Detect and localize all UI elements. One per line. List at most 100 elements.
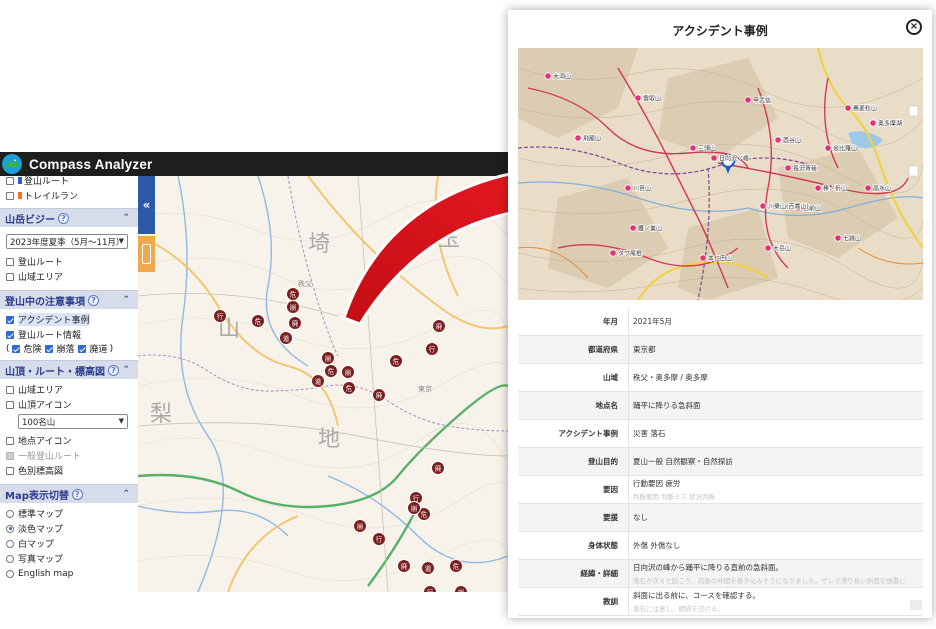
accident-location-map[interactable]: 大洞山雲取山三頭山甲武信鷹ノ巣山川苔山日向沢ノ峰大岳山御前山蕎麦粒山棒ノ折山 高水…: [518, 48, 923, 300]
section-caution[interactable]: 登山中の注意事項 ? ⌃: [0, 290, 138, 309]
help-icon[interactable]: ?: [58, 212, 69, 224]
summit-pin-icon[interactable]: [744, 96, 752, 104]
summit-pin-icon[interactable]: [869, 119, 877, 127]
collapse-sidebar-button[interactable]: «: [138, 176, 155, 234]
section-title: 山岳ビジー: [5, 214, 55, 226]
map-option-label: 標準マップ: [18, 510, 64, 520]
checkbox[interactable]: [6, 257, 14, 266]
checkbox[interactable]: [6, 466, 14, 475]
help-icon[interactable]: ?: [71, 488, 83, 500]
accident-marker-glyph: 崩: [411, 504, 418, 513]
sidebar-item-label: トレイルラン: [24, 192, 79, 202]
chevron-up-icon[interactable]: ⌃: [122, 295, 130, 305]
summit-label: 七跳山: [843, 235, 861, 243]
mountain-list-select[interactable]: 100名山 ▼: [18, 414, 128, 429]
help-icon[interactable]: ?: [108, 364, 119, 376]
map-option-photo[interactable]: 写真マップ: [6, 552, 63, 565]
checkbox-collapse[interactable]: [44, 344, 53, 353]
chevron-up-icon[interactable]: ⌃: [122, 365, 130, 375]
chevron-up-icon[interactable]: ⌃: [122, 213, 130, 223]
checkbox[interactable]: [6, 436, 14, 445]
help-icon[interactable]: ?: [88, 294, 99, 306]
section-summit-route-elevation[interactable]: 山頂・ルート・標高図 ? ⌃: [0, 360, 138, 379]
checkbox[interactable]: [6, 400, 14, 409]
checkbox[interactable]: [6, 176, 14, 185]
radio-button[interactable]: [6, 509, 14, 518]
summit-pin-icon[interactable]: [824, 144, 832, 152]
radio-button[interactable]: [6, 554, 14, 563]
sidebar-item-busy-route[interactable]: 登山ルート: [6, 255, 63, 268]
summit-pin-icon[interactable]: [834, 234, 842, 242]
sidebar-item-point-icon[interactable]: 地点アイコン: [6, 434, 72, 447]
summit-pin-icon[interactable]: [774, 136, 782, 144]
summit-pin-icon[interactable]: [864, 184, 872, 192]
checkbox[interactable]: [6, 385, 14, 394]
sidebar-item-label: 山域エリア: [18, 273, 64, 283]
summit-pin-icon[interactable]: [689, 144, 697, 152]
accident-marker-glyph: 崩: [290, 303, 297, 312]
sidebar-item-route-info[interactable]: 登山ルート情報: [6, 328, 81, 341]
close-button[interactable]: ×: [906, 19, 922, 35]
radio-button[interactable]: [6, 539, 14, 548]
section-map-switch[interactable]: Map表示切替 ? ⌃: [0, 484, 138, 503]
accident-marker-glyph: 行: [217, 312, 224, 321]
sidebar-item-trail-route[interactable]: 登山ルート: [6, 176, 69, 187]
summit-pin-icon[interactable]: [814, 184, 822, 192]
radio-button-selected[interactable]: [6, 524, 14, 533]
checkbox[interactable]: [6, 315, 14, 324]
main-map[interactable]: 埼 玉 山 梨 地 東京 秩父 危崩危廃行道崩危廃行道危崩廃行危崩行道危崩廃行危…: [138, 176, 508, 592]
map-option-white[interactable]: 白マップ: [6, 537, 54, 550]
sidebar-item-elevation-color[interactable]: 色別標高図: [6, 464, 63, 477]
chevron-up-icon[interactable]: ⌃: [122, 489, 130, 499]
map-place-label: 地: [318, 427, 340, 452]
summit-pin-icon[interactable]: [844, 104, 852, 112]
summit-pin-icon[interactable]: [574, 134, 582, 142]
screenshot-stage: Compass Analyzer 登山ルート トレイルラン 山岳ビジー ? ⌃ …: [0, 0, 936, 629]
sidebar-item-trail-run[interactable]: トレイルラン: [6, 189, 78, 202]
map-option-pale[interactable]: 淡色マップ: [6, 522, 63, 535]
checkbox-abandoned[interactable]: [77, 344, 86, 353]
checkbox[interactable]: [6, 191, 14, 200]
sidebar-item-accident-cases[interactable]: アクシデント事例: [6, 313, 90, 326]
summit-label: 川苔山: [633, 185, 651, 193]
summit-pin-icon[interactable]: [634, 94, 642, 102]
detail-row: 山域 秩父・奥多摩 / 奥多摩: [518, 364, 923, 392]
sidebar-item-area[interactable]: 山域エリア: [6, 383, 63, 396]
checkbox-danger[interactable]: [11, 344, 20, 353]
detail-value: 斜面に出る前に、コースを確認する。: [633, 591, 760, 600]
map-option-label: 淡色マップ: [18, 525, 64, 535]
section-mountain-busy[interactable]: 山岳ビジー ? ⌃: [0, 208, 138, 227]
accident-marker-glyph: 危: [421, 510, 428, 519]
radio-button[interactable]: [6, 569, 14, 578]
map-option-standard[interactable]: 標準マップ: [6, 507, 63, 520]
season-select[interactable]: 2023年度夏季（5月～11月） ▼: [6, 234, 128, 249]
summit-pin-icon[interactable]: [629, 224, 637, 232]
summit-pin-icon[interactable]: [699, 254, 707, 262]
summit-pin-icon[interactable]: [544, 72, 552, 80]
detail-label: アクシデント事例: [558, 429, 618, 438]
sidebar-item-summit-icon[interactable]: 山頂アイコン: [6, 398, 72, 411]
checkbox[interactable]: [6, 330, 14, 339]
chevron-down-icon: ▼: [118, 237, 124, 245]
paren-open: (: [6, 343, 10, 354]
summit-label: 酉谷山: [783, 137, 801, 145]
panel-toggle-tab[interactable]: [138, 236, 155, 272]
map-option-english[interactable]: English map: [6, 567, 73, 580]
sidebar-item-label: 地点アイコン: [18, 437, 72, 447]
summit-pin-icon[interactable]: [759, 202, 767, 210]
detail-value-cell: 夏山一般 自然観察・自然探訪: [628, 448, 923, 475]
summit-pin-icon[interactable]: [624, 184, 632, 192]
section-title: Map表示切替: [5, 490, 69, 502]
sidebar-item-busy-area[interactable]: 山域エリア: [6, 270, 63, 283]
sidebar-item-label: 山域エリア: [18, 386, 64, 396]
summit-pin-icon[interactable]: [784, 164, 792, 172]
summit-pin-icon[interactable]: [609, 249, 617, 257]
checkbox[interactable]: [6, 272, 14, 281]
detail-value: 夏山一般 自然観察・自然探訪: [633, 457, 733, 466]
detail-value-cell: 日向沢の峰から踊平に降りる直前の急斜面。 落石が次々と起こり、前後の仲間を巻き込み…: [628, 560, 923, 587]
accident-marker-glyph: 廃: [401, 562, 408, 571]
summit-pin-icon[interactable]: [710, 154, 718, 162]
summit-pin-icon[interactable]: [764, 244, 772, 252]
filter-danger-label: 危険: [23, 345, 42, 355]
detail-value-cell: 踊平に降りる急斜面: [628, 392, 923, 419]
